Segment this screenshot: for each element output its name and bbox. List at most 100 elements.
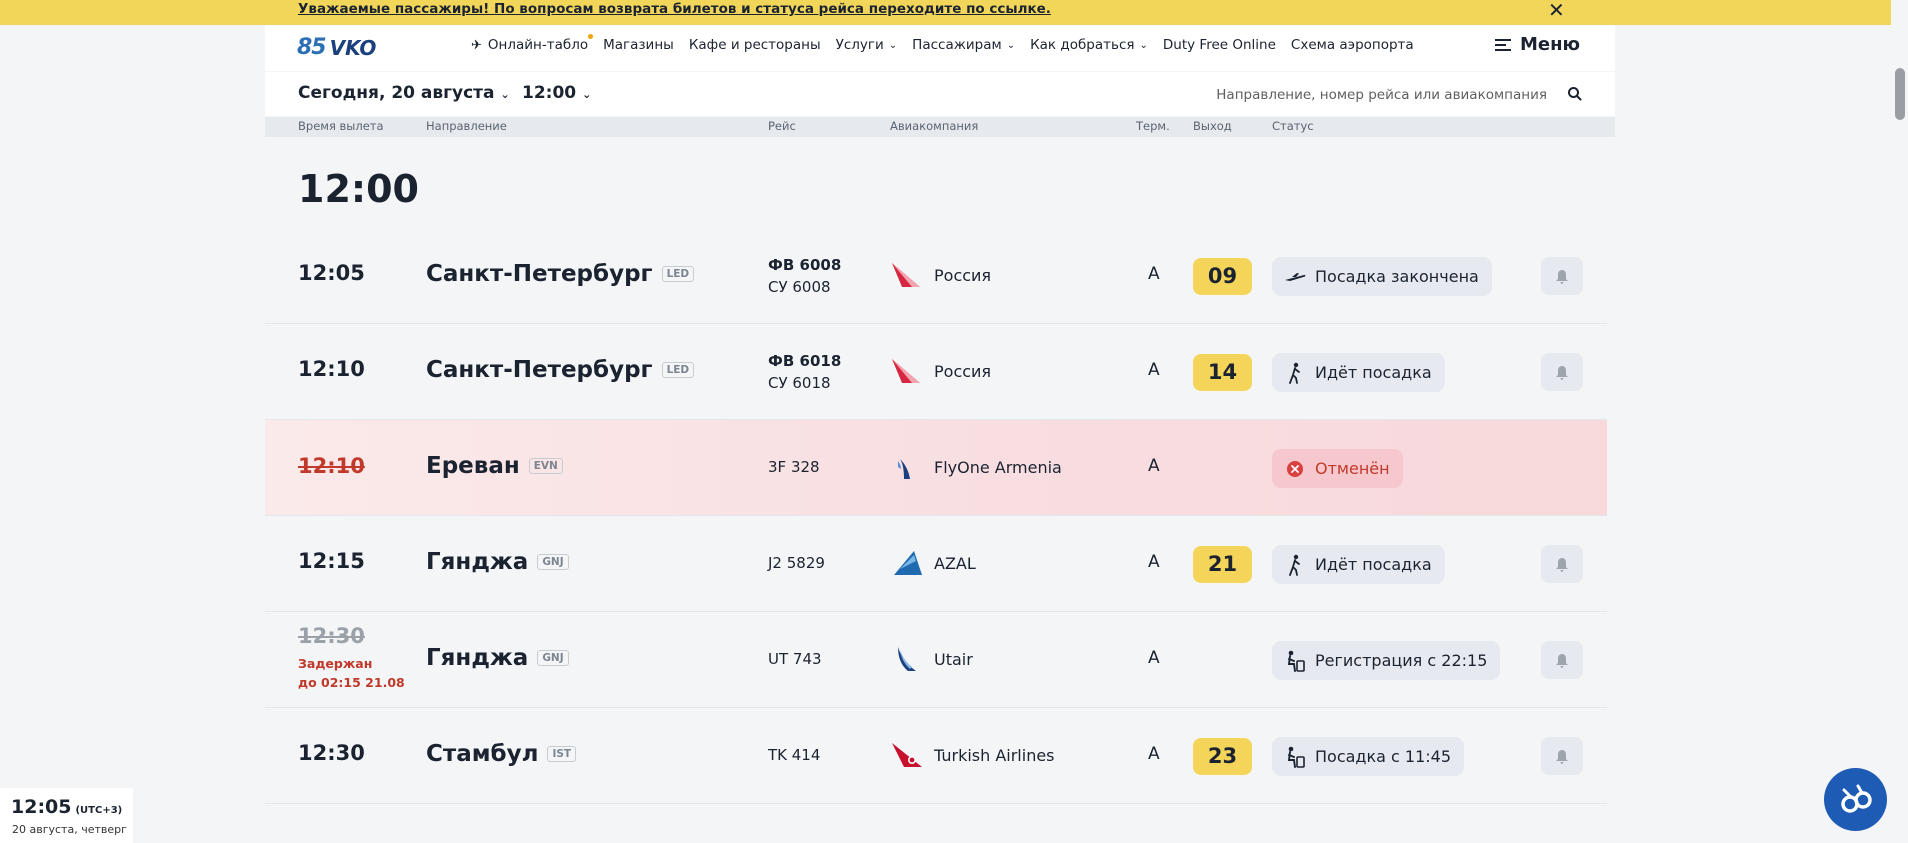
hour-group-title: 12:00 [298,167,419,211]
notice-banner-link[interactable]: Уважаемые пассажиры! По вопросам возврат… [298,1,1051,17]
scrollbar-track[interactable] [1891,0,1908,843]
terminal: A [1148,264,1160,284]
chevron-down-icon: ⌄ [1139,39,1148,51]
destination-name: Гянджа [426,645,529,671]
nav-services[interactable]: Услуги ⌄ [836,37,898,53]
nav-online-board[interactable]: ✈ Онлайн-табло [471,34,594,53]
departure-time: 12:05 [298,261,365,285]
plane-departed-icon [1284,266,1306,288]
flight-row[interactable]: 12:10 Санкт-Петербург LED ФВ 6018 СУ 601… [265,324,1607,420]
airport-code: LED [661,266,695,282]
chevron-down-icon: ⌄ [1006,39,1016,51]
nav-label: Схема аэропорта [1290,37,1414,53]
flight-row[interactable]: 12:05 Санкт-Петербург LED ФВ 6008 СУ 600… [265,228,1607,324]
nav-duty-free[interactable]: Duty Free Online [1163,37,1276,53]
col-airline: Авиакомпания [890,119,979,133]
chat-bot-icon [1840,784,1872,813]
flight-primary: J2 5829 [768,554,825,572]
search-input[interactable] [1165,82,1549,108]
filter-bar: Сегодня, 20 августа ⌄ 12:00 ⌄ [265,72,1615,116]
destination-name: Санкт-Петербург [426,357,653,383]
destination: Гянджа GNJ [426,549,569,575]
close-icon[interactable]: ✕ [1548,0,1565,21]
airport-code: IST [547,746,577,762]
notice-banner: Уважаемые пассажиры! По вопросам возврат… [0,0,1908,25]
rossiya-logo-icon [892,359,920,383]
date-value: Сегодня, 20 августа [298,83,495,103]
flight-row-delayed[interactable]: 12:30 Задержан до 02:15 21.08 Гянджа GNJ… [265,612,1607,708]
airport-code: EVN [528,458,563,474]
airport-code: GNJ [537,554,569,570]
notify-bell-button[interactable] [1541,353,1583,391]
airline: FlyOne Armenia [890,453,1062,481]
clock-timezone: (UTC+3) [75,805,123,816]
menu-button[interactable]: Меню [1495,34,1580,55]
departure-time: 12:30 [298,624,365,648]
time-value: 12:00 [522,83,577,103]
flight-primary: UT 743 [768,650,822,668]
departure-time: 12:15 [298,549,365,573]
destination: Санкт-Петербург LED [426,261,695,287]
column-headers: Время вылета Направление Рейс Авиакомпан… [265,117,1615,137]
bell-icon [1556,749,1568,764]
airline: Utair [890,645,973,673]
date-selector[interactable]: Сегодня, 20 августа ⌄ [298,83,510,103]
delay-note: Задержан до 02:15 21.08 [298,654,405,692]
flight-number: UT 743 [768,648,822,670]
terminal: A [1148,744,1160,764]
nav-cafes[interactable]: Кафе и рестораны [689,37,821,53]
flight-codeshare: СУ 6008 [768,278,831,296]
airline-name: Россия [934,265,992,285]
nav-shops[interactable]: Магазины [603,37,674,53]
nav-label: Duty Free Online [1162,37,1276,53]
notify-bell-button[interactable] [1541,641,1583,679]
clock-date: 20 августа, четверг [12,823,127,836]
destination-name: Гянджа [426,549,529,575]
flight-codeshare: СУ 6018 [768,374,831,392]
flight-number: ФВ 6008 СУ 6008 [768,254,841,298]
terminal: A [1148,552,1160,572]
flight-number: TK 414 [768,744,820,766]
status-badge: Регистрация с 22:15 [1272,641,1501,680]
search-icon[interactable] [1565,84,1585,104]
status-text: Идёт посадка [1315,363,1432,382]
bell-icon [1556,269,1568,284]
flight-row[interactable]: 12:30 Стамбул IST TK 414 Turkish Airline… [265,708,1607,804]
vko-logo[interactable]: 85 VKO [297,35,376,60]
walking-person-icon [1284,554,1306,576]
airline-name: Utair [934,649,973,669]
flight-row-cancelled[interactable]: 12:10 Ереван EVN 3F 328 FlyOne Armenia A… [265,420,1607,516]
nav-label: Услуги [835,37,884,53]
nav-passengers[interactable]: Пассажирам ⌄ [912,37,1015,53]
flight-row[interactable]: 12:15 Гянджа GNJ J2 5829 AZAL A 21 Идёт … [265,516,1607,612]
delay-new-time: до 02:15 21.08 [298,675,405,690]
notify-bell-button[interactable] [1541,257,1583,295]
bell-icon [1556,557,1568,572]
flight-primary: ФВ 6018 [768,352,842,370]
nav-getting-there[interactable]: Как добраться ⌄ [1030,37,1148,53]
flight-number: ФВ 6018 СУ 6018 [768,350,841,394]
departure-time: 12:30 [298,741,365,765]
check-in-desk-icon [1284,650,1306,672]
departure-time: 12:10 [298,357,365,381]
scrollbar-thumb[interactable] [1895,68,1905,120]
airport-code: GNJ [537,650,569,666]
notify-bell-button[interactable] [1541,545,1583,583]
status-text: Посадка с 11:45 [1315,747,1452,766]
nav-label: Онлайн-табло [487,37,589,53]
flight-number: 3F 328 [768,456,820,478]
time-selector[interactable]: 12:00 ⌄ [522,83,591,103]
flight-primary: ФВ 6008 [768,256,842,274]
status-text: Отменён [1315,459,1390,478]
chevron-down-icon: ⌄ [888,39,898,51]
airline-name: Turkish Airlines [934,745,1055,765]
chat-assistant-button[interactable] [1824,768,1887,831]
flight-primary: TK 414 [768,746,821,764]
departure-time: 12:10 [298,454,365,478]
notify-bell-button[interactable] [1541,737,1583,775]
airline-name: FlyOne Armenia [934,457,1062,477]
airport-code: LED [661,362,695,378]
destination: Стамбул IST [426,741,577,767]
nav-airport-map[interactable]: Схема аэропорта [1291,37,1414,53]
nav-label: Кафе и рестораны [688,37,821,53]
